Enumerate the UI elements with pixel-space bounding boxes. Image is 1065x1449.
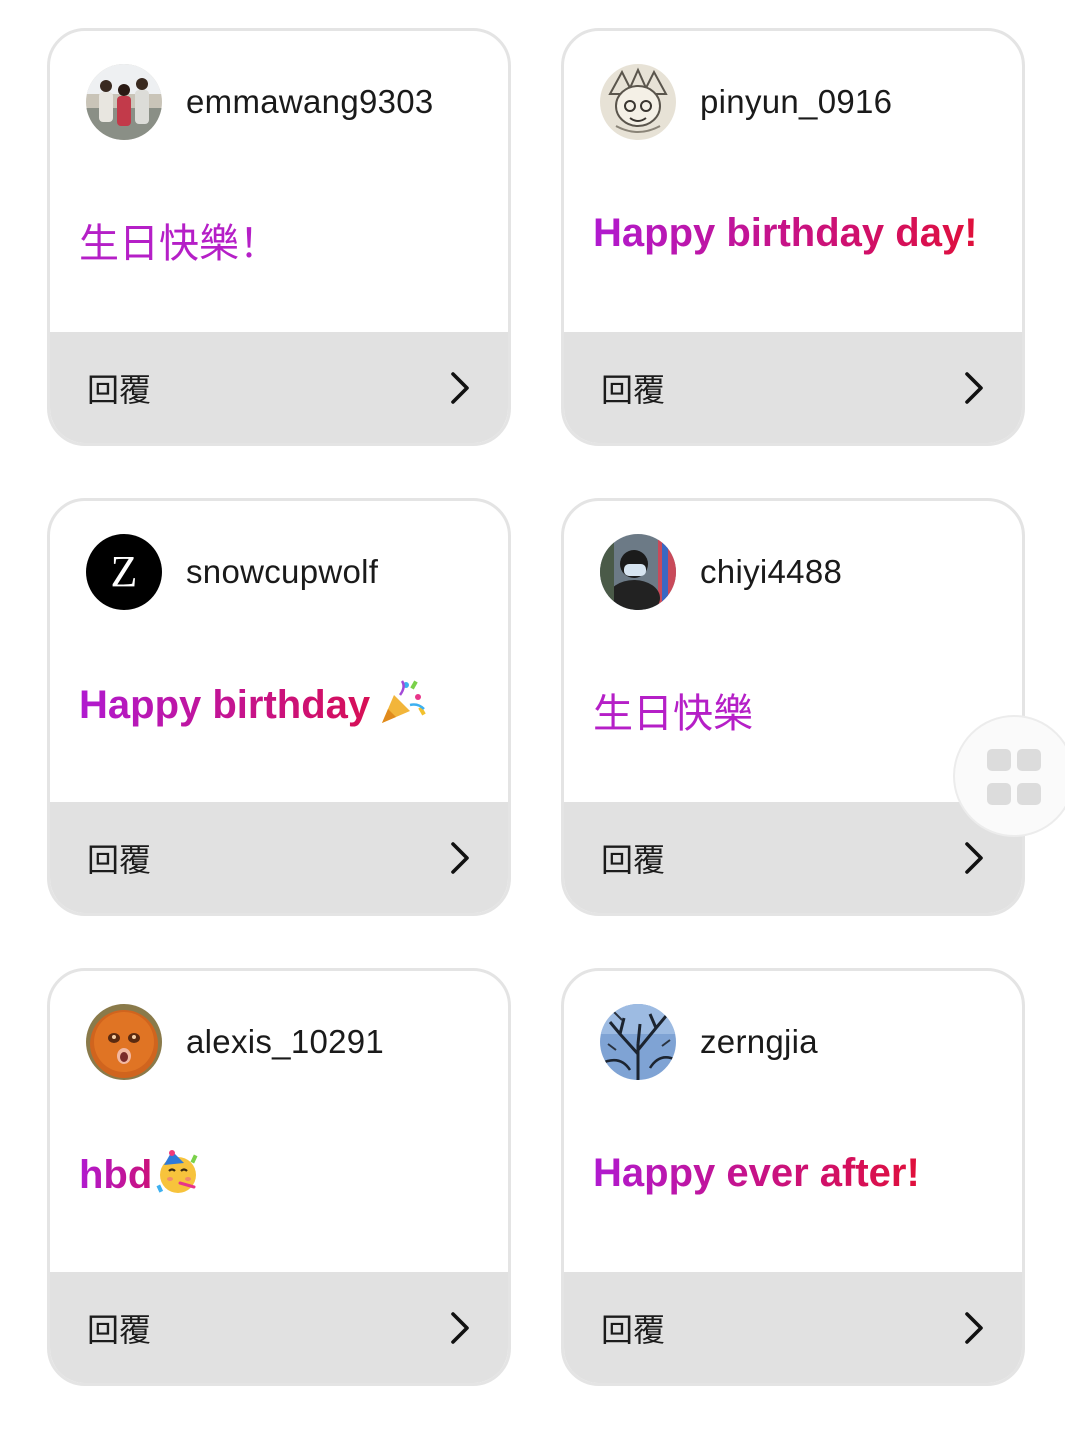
username[interactable]: zerngjia — [700, 1023, 818, 1061]
chevron-right-icon — [965, 371, 983, 404]
reply-message: Happy ever after! — [593, 1151, 920, 1195]
username[interactable]: chiyi4488 — [700, 553, 842, 591]
card-header: chiyi4488 — [600, 534, 842, 610]
reply-row[interactable]: 回覆 — [50, 332, 508, 443]
reply-label: 回覆 — [601, 371, 666, 408]
reply-row[interactable]: 回覆 — [50, 1272, 508, 1383]
reply-card-grid: emmawang9303 生日快樂！ 回覆 pinyun_0916 Happy … — [47, 28, 1025, 1386]
reply-row[interactable]: 回覆 — [50, 802, 508, 913]
reply-label: 回覆 — [87, 841, 152, 878]
chevron-right-icon — [965, 841, 983, 874]
reply-message: Happy birthday day! — [593, 211, 978, 255]
grid-view-button[interactable] — [953, 715, 1065, 837]
reply-label: 回覆 — [601, 1311, 666, 1348]
chevron-right-icon — [451, 1311, 469, 1344]
reply-label: 回覆 — [601, 841, 666, 878]
username[interactable]: alexis_10291 — [186, 1023, 384, 1061]
party-popper-icon — [382, 680, 426, 723]
avatar[interactable] — [86, 1004, 162, 1080]
avatar[interactable] — [600, 64, 676, 140]
reply-row[interactable]: 回覆 — [564, 1272, 1022, 1383]
reply-card: alexis_10291 hbd 回覆 — [47, 968, 511, 1386]
reply-label: 回覆 — [87, 1311, 152, 1348]
card-header: Z snowcupwolf — [86, 534, 378, 610]
card-header: alexis_10291 — [86, 1004, 384, 1080]
username[interactable]: snowcupwolf — [186, 553, 378, 591]
username[interactable]: pinyun_0916 — [700, 83, 892, 121]
avatar[interactable]: Z — [86, 534, 162, 610]
reply-card: emmawang9303 生日快樂！ 回覆 — [47, 28, 511, 446]
card-header: emmawang9303 — [86, 64, 434, 140]
partying-face-icon — [156, 1150, 198, 1193]
reply-card: Z snowcupwolf Happy birthday 回覆 — [47, 498, 511, 916]
chevron-right-icon — [451, 841, 469, 874]
reply-message: 生日快樂 — [593, 692, 753, 736]
card-header: pinyun_0916 — [600, 64, 892, 140]
card-header: zerngjia — [600, 1004, 818, 1080]
avatar-letter: Z — [111, 547, 138, 596]
reply-card: zerngjia Happy ever after! 回覆 — [561, 968, 1025, 1386]
reply-card: pinyun_0916 Happy birthday day! 回覆 — [561, 28, 1025, 446]
avatar[interactable] — [86, 64, 162, 140]
chevron-right-icon — [451, 371, 469, 404]
reply-card: chiyi4488 生日快樂 回覆 — [561, 498, 1025, 916]
reply-message: 生日快樂！ — [79, 222, 279, 266]
chevron-right-icon — [965, 1311, 983, 1344]
reply-row[interactable]: 回覆 — [564, 332, 1022, 443]
avatar[interactable] — [600, 534, 676, 610]
reply-message: hbd — [79, 1152, 153, 1197]
reply-row[interactable]: 回覆 — [564, 802, 1022, 913]
username[interactable]: emmawang9303 — [186, 83, 434, 121]
reply-label: 回覆 — [87, 371, 152, 408]
avatar[interactable] — [600, 1004, 676, 1080]
reply-message-row: Happy birthday — [79, 680, 428, 729]
reply-message: Happy birthday — [79, 682, 371, 727]
reply-message-row: hbd — [79, 1150, 202, 1199]
